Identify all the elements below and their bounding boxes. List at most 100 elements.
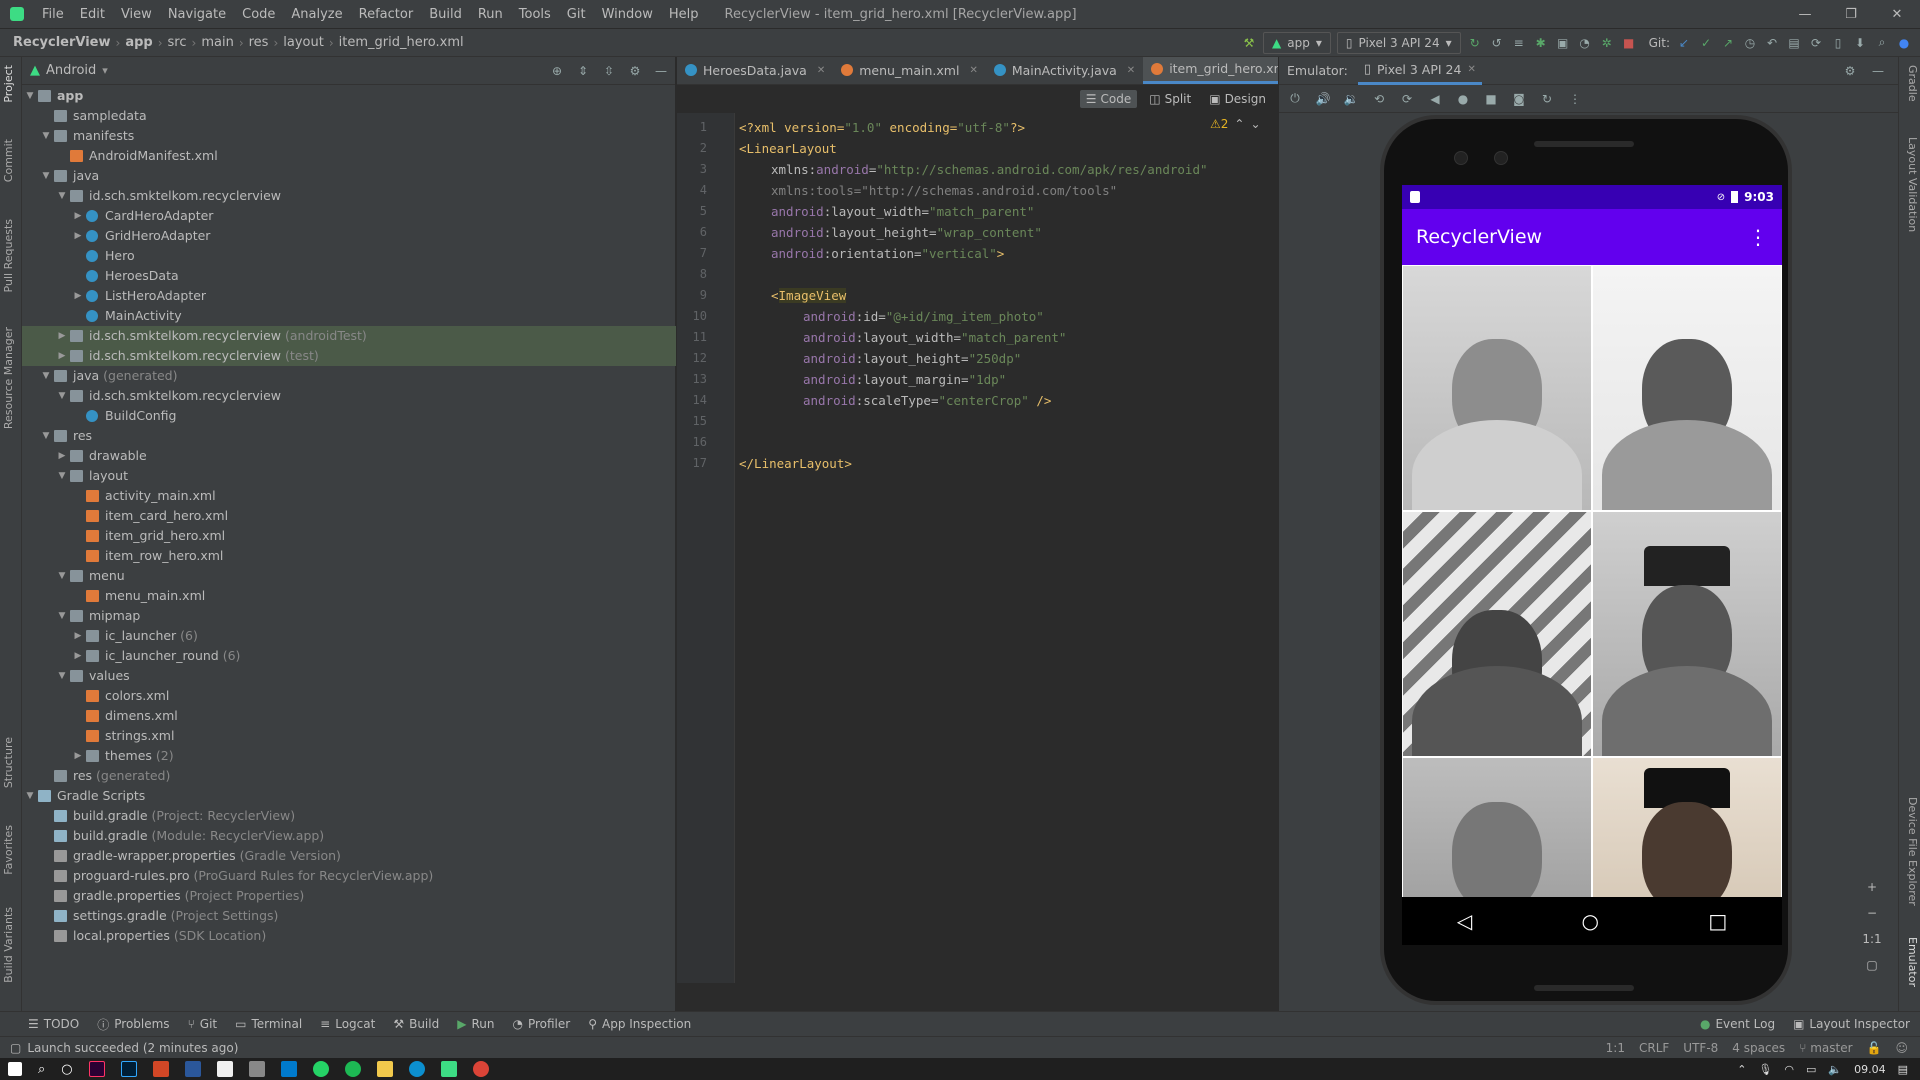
breadcrumb-item[interactable]: RecyclerView [10,35,114,50]
tool-todo[interactable]: ☰ TODO [28,1017,79,1031]
chevron-right-icon[interactable]: ▶ [56,446,68,466]
menu-tools[interactable]: Tools [511,0,559,29]
chevron-down-icon[interactable]: ▼ [40,366,52,386]
editor-tab[interactable]: menu_main.xml ✕ [833,57,986,84]
gear-icon[interactable]: ⚙ [1842,63,1858,79]
collapse-all-icon[interactable]: ⇳ [601,63,617,79]
apply-changes-icon[interactable]: ↺ [1489,35,1505,51]
tab-favorites[interactable]: Favorites [2,825,20,875]
tree-item[interactable]: ▼ java [22,166,676,186]
edge-app-icon[interactable] [408,1061,425,1077]
chevron-right-icon[interactable]: ▶ [72,626,84,646]
hide-icon[interactable]: — [653,63,669,79]
attach-debugger-icon[interactable]: ✲ [1599,35,1615,51]
chevron-right-icon[interactable]: ▶ [72,746,84,766]
zoom-actual-label[interactable]: 1:1 [1862,932,1881,946]
chevron-down-icon[interactable]: ▼ [40,126,52,146]
menu-build[interactable]: Build [421,0,470,29]
spotify-app-icon[interactable] [344,1061,361,1077]
git-rollback-icon[interactable]: ↶ [1764,35,1780,51]
face-icon[interactable]: ☺ [1895,1041,1908,1055]
device-select[interactable]: ▯ Pixel 3 API 24 ▾ [1336,31,1461,54]
chevron-right-icon[interactable]: ▶ [56,346,68,366]
search-icon[interactable]: ⌕ [1874,35,1890,51]
battery-icon[interactable]: ▭ [1806,1063,1816,1076]
stop-icon[interactable]: ■ [1621,35,1637,51]
design-view-button[interactable]: ▣ Design [1203,90,1272,108]
breadcrumb-item[interactable]: layout [280,35,327,50]
git-branch[interactable]: ⑂ master [1799,1041,1852,1055]
menu-window[interactable]: Window [594,0,661,29]
chevron-down-icon[interactable]: ▼ [24,786,36,806]
tree-item[interactable]: ▼ app [22,86,676,106]
zoom-in-icon[interactable]: + [1867,880,1877,894]
chevron-down-icon[interactable]: ⌄ [1250,117,1260,131]
tool-event-log[interactable]: ● Event Log [1700,1017,1775,1031]
tool-profiler[interactable]: ◔ Profiler [512,1017,570,1031]
expand-all-icon[interactable]: ⇕ [575,63,591,79]
more-icon[interactable]: ⋮ [1567,91,1583,107]
apply-code-icon[interactable]: ≡ [1511,35,1527,51]
tab-build-variants[interactable]: Build Variants [2,907,20,983]
microphone-icon[interactable]: 🎙 [1758,1063,1772,1076]
editor-tab[interactable]: MainActivity.java ✕ [986,57,1143,84]
snapshot-icon[interactable]: ↻ [1539,91,1555,107]
menu-view[interactable]: View [113,0,160,29]
tree-item[interactable]: local.properties (SDK Location) [22,926,676,946]
close-icon[interactable]: ✕ [1127,65,1135,76]
notification-icon[interactable]: ▤ [1898,1063,1908,1076]
menu-git[interactable]: Git [559,0,594,29]
tree-item[interactable]: BuildConfig [22,406,676,426]
tree-item[interactable]: ▶ ic_launcher (6) [22,626,676,646]
locate-icon[interactable]: ⊕ [549,63,565,79]
close-icon[interactable]: ✕ [817,65,825,76]
sdk-manager-icon[interactable]: ⬇ [1852,35,1868,51]
tree-item[interactable]: res (generated) [22,766,676,786]
nav-recents-icon[interactable]: □ [1708,909,1727,933]
chevron-right-icon[interactable]: ▶ [72,206,84,226]
tree-item[interactable]: ▶ id.sch.smktelkom.recyclerview (test) [22,346,676,366]
volume-down-icon[interactable]: 🔉 [1343,91,1359,107]
chevron-up-icon[interactable]: ⌃ [1737,1063,1746,1076]
menu-code[interactable]: Code [234,0,283,29]
hero-photo[interactable] [1592,265,1782,511]
breadcrumb-item[interactable]: main [198,35,236,50]
explorer-app-icon[interactable] [376,1061,393,1077]
tree-item[interactable]: ▶ drawable [22,446,676,466]
chevron-down-icon[interactable]: ▼ [40,166,52,186]
tool-build[interactable]: ⚒ Build [393,1017,439,1031]
maximize-button[interactable]: ❐ [1828,7,1874,22]
menu-run[interactable]: Run [470,0,511,29]
tree-item[interactable]: ▶ id.sch.smktelkom.recyclerview (androidT… [22,326,676,346]
chevron-down-icon[interactable]: ▼ [56,666,68,686]
photoshop-app-icon[interactable] [120,1061,137,1077]
tree-item[interactable]: gradle.properties (Project Properties) [22,886,676,906]
overview-icon[interactable]: ■ [1483,91,1499,107]
chevron-down-icon[interactable]: ▼ [56,386,68,406]
breadcrumb-item[interactable]: res [246,35,272,50]
gear-icon[interactable]: ⚙ [627,63,643,79]
google-icon[interactable]: ● [1896,35,1912,51]
tree-item[interactable]: sampledata [22,106,676,126]
emulator-device-tab[interactable]: ▯ Pixel 3 API 24 ✕ [1357,57,1482,85]
nav-back-icon[interactable]: ◁ [1457,909,1472,933]
file-app-icon[interactable] [216,1061,233,1077]
chrome-app-icon[interactable] [472,1061,489,1077]
tree-item[interactable]: Hero [22,246,676,266]
chevron-down-icon[interactable]: ▼ [56,186,68,206]
debug-icon[interactable]: ✱ [1533,35,1549,51]
tool-layout-inspector[interactable]: ▣ Layout Inspector [1793,1017,1910,1031]
overflow-menu-icon[interactable]: ⋮ [1748,225,1768,249]
hide-icon[interactable]: — [1870,63,1886,79]
chevron-down-icon[interactable]: ▼ [40,426,52,446]
hero-photo[interactable] [1592,511,1782,757]
breadcrumb-item[interactable]: src [165,35,190,50]
menu-navigate[interactable]: Navigate [160,0,234,29]
tool-terminal[interactable]: ▭ Terminal [235,1017,302,1031]
line-separator[interactable]: CRLF [1639,1041,1669,1055]
tab-layout-validation[interactable]: Layout Validation [1901,137,1919,232]
rotate-right-icon[interactable]: ⟳ [1399,91,1415,107]
breadcrumb-item[interactable]: item_grid_hero.xml [336,35,467,50]
tree-item[interactable]: ▼ mipmap [22,606,676,626]
notes-app-icon[interactable] [248,1061,265,1077]
